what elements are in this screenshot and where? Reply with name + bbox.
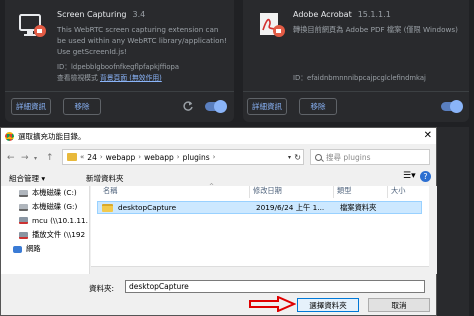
horizontal-scrollbar[interactable]: [91, 266, 429, 274]
back-icon[interactable]: ←: [7, 153, 15, 163]
breadcrumb-item[interactable]: 24: [87, 153, 97, 162]
file-list: ^ 名稱 修改日期 類型 大小 desktopCapture 2019/6/24…: [91, 183, 429, 274]
network-icon: [13, 245, 22, 253]
cancel-button[interactable]: 取消: [368, 298, 430, 312]
extension-id: ID：efaidnbmnnnibpcajpcglclefindmkaj: [293, 74, 426, 82]
search-input[interactable]: 搜尋 plugins: [310, 149, 430, 165]
nav-item-network[interactable]: 網路: [13, 244, 41, 254]
new-folder-button[interactable]: 新增資料夾: [86, 173, 124, 184]
nav-item-mcu[interactable]: mcu (\\10.1.11.: [19, 216, 88, 225]
column-header-type[interactable]: 類型: [337, 186, 351, 198]
pointer-arrow-icon: [249, 296, 296, 312]
inspect-views: 查看檢視模式 背景頁面 (無效作用): [57, 74, 162, 82]
background-page-link[interactable]: 背景頁面 (無效作用): [100, 74, 162, 82]
chrome-icon: [5, 131, 14, 141]
column-header-size[interactable]: 大小: [391, 186, 405, 198]
recent-dropdown-icon[interactable]: ▾: [34, 155, 37, 162]
file-type: 檔案資料夾: [340, 203, 377, 212]
table-row[interactable]: desktopCapture 2019/6/24 上午 1... 檔案資料夾: [97, 201, 422, 214]
nav-item-drive-g[interactable]: 本機磁碟 (G:): [19, 202, 77, 212]
navigation-pane: 本機磁碟 (C:) 本機磁碟 (G:) mcu (\\10.1.11. 播放文件…: [1, 186, 90, 274]
search-icon: [315, 153, 322, 161]
folder-label: 資料夾:: [89, 284, 115, 293]
nav-item-media[interactable]: 播放文件 (\\192: [19, 230, 85, 240]
dialog-title: 選取擴充功能目錄。: [18, 131, 86, 141]
remove-button[interactable]: 移除: [299, 98, 337, 115]
forward-icon[interactable]: →: [21, 153, 29, 163]
drive-icon: [19, 189, 28, 197]
folder-field[interactable]: desktopCapture: [125, 280, 425, 293]
extension-name: Adobe Acrobat 15.1.1.1: [293, 10, 391, 19]
details-button[interactable]: 詳細資訊: [11, 98, 51, 115]
breadcrumb-item[interactable]: webapp: [106, 153, 136, 162]
reload-icon[interactable]: [182, 100, 194, 112]
extension-name: Screen Capturing 3.4: [57, 10, 146, 19]
view-options-icon[interactable]: ☰▾: [403, 171, 416, 181]
monitor-icon: [19, 14, 46, 37]
column-header-name[interactable]: 名稱: [103, 186, 117, 198]
dialog-titlebar: 選取擴充功能目錄。 ✕: [1, 128, 436, 144]
details-button[interactable]: 詳細資訊: [247, 98, 287, 115]
chevron-down-icon[interactable]: ▾: [288, 154, 291, 161]
address-row: ← → ▾ ↑ « 24 › webapp › webapp › plugins…: [1, 149, 436, 167]
extension-id: ID：ldpebblgboofnfkegflpfapkjffiopa: [57, 63, 179, 71]
sort-caret-icon: ^: [209, 183, 215, 190]
enable-toggle[interactable]: [441, 100, 463, 113]
acrobat-icon: [260, 13, 285, 37]
folder-icon: [102, 204, 113, 212]
help-icon[interactable]: ?: [420, 171, 431, 182]
drive-icon: [19, 203, 28, 211]
file-date: 2019/6/24 上午 1...: [256, 203, 325, 212]
folder-icon: [67, 153, 77, 161]
organize-menu[interactable]: 組合管理 ▾: [9, 173, 45, 184]
card-divider: [243, 91, 469, 92]
refresh-icon[interactable]: ↻: [294, 153, 301, 162]
breadcrumb-item[interactable]: plugins: [183, 153, 210, 162]
network-drive-icon: [19, 231, 28, 239]
vertical-scrollbar[interactable]: [429, 186, 437, 274]
close-icon[interactable]: ✕: [424, 130, 432, 141]
enable-toggle[interactable]: [205, 100, 227, 113]
extension-card-screen-capturing: Screen Capturing 3.4 This WebRTC screen c…: [5, 0, 234, 122]
extension-description: 轉換目前網頁為 Adobe PDF 檔案 (僅限 Windows): [293, 25, 458, 34]
file-name: desktopCapture: [118, 203, 177, 212]
card-divider: [5, 91, 234, 92]
background-card: [437, 127, 469, 316]
extension-card-adobe-acrobat: Adobe Acrobat 15.1.1.1 轉換目前網頁為 Adobe PDF …: [243, 0, 469, 122]
folder-picker-dialog: 選取擴充功能目錄。 ✕ ← → ▾ ↑ « 24 › webapp › weba…: [0, 127, 437, 316]
extension-description: This WebRTC screen capturing extension c…: [57, 25, 227, 56]
up-icon[interactable]: ↑: [46, 153, 54, 163]
nav-item-drive-c[interactable]: 本機磁碟 (C:): [19, 188, 77, 198]
network-drive-icon: [19, 217, 28, 224]
select-folder-button[interactable]: 選擇資料夾: [297, 298, 359, 312]
breadcrumb[interactable]: « 24 › webapp › webapp › plugins › ▾ ↻: [62, 149, 304, 165]
search-placeholder: 搜尋 plugins: [326, 152, 371, 162]
remove-button[interactable]: 移除: [63, 98, 101, 115]
breadcrumb-item[interactable]: webapp: [144, 153, 174, 162]
column-header-date[interactable]: 修改日期: [253, 186, 282, 198]
dialog-toolbar: 組合管理 ▾ 新增資料夾 ☰▾ ?: [1, 170, 436, 186]
